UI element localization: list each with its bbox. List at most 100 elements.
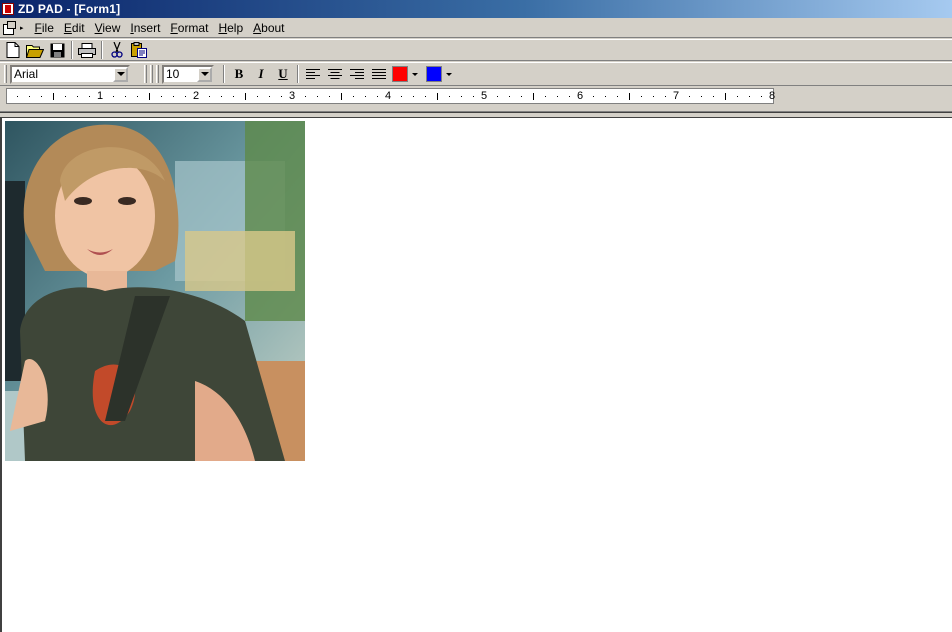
ruler-number: 8 [769, 90, 776, 102]
ruler-tick [449, 96, 450, 97]
standard-toolbar [0, 39, 952, 61]
menu-bar: ▸ File Edit View Insert Format Help Abou… [0, 18, 952, 38]
ruler-half-tick [437, 93, 438, 100]
ruler-half-tick [725, 93, 726, 100]
ruler-number: 5 [481, 90, 488, 102]
ruler-half-tick [533, 93, 534, 100]
toolbar-separator [297, 65, 299, 83]
ruler-tick [365, 96, 366, 97]
save-button[interactable] [46, 40, 68, 60]
app-icon[interactable] [2, 3, 14, 15]
ruler-area: 1 2 3 4 5 6 7 8 [0, 87, 952, 115]
ruler-tick [497, 96, 498, 97]
align-left-button[interactable] [302, 64, 324, 84]
save-disk-icon [50, 43, 64, 57]
system-menu-arrow-icon[interactable]: ▸ [20, 24, 24, 32]
toolbar-grip[interactable] [4, 65, 7, 83]
ruler-tick [221, 96, 222, 97]
ruler-number: 6 [577, 90, 584, 102]
ruler-tick [689, 96, 690, 97]
highlight-color-dropdown-icon[interactable] [444, 64, 454, 84]
ruler-tick [209, 96, 210, 97]
ruler-tick [545, 96, 546, 97]
toolbar-grip[interactable] [156, 65, 159, 83]
ruler-number: 4 [385, 90, 392, 102]
ruler-tick [605, 96, 606, 97]
printer-icon [78, 42, 96, 58]
toolbar-grip[interactable] [150, 65, 153, 83]
ruler-tick [269, 96, 270, 97]
bold-button[interactable]: B [228, 64, 250, 84]
ruler-tick [617, 96, 618, 97]
new-document-icon [6, 42, 20, 58]
menu-file[interactable]: File [30, 21, 59, 35]
menu-format[interactable]: Format [165, 21, 213, 35]
new-button[interactable] [2, 40, 24, 60]
ruler-tick [317, 96, 318, 97]
paste-button[interactable] [128, 40, 150, 60]
align-right-button[interactable] [346, 64, 368, 84]
menu-insert[interactable]: Insert [125, 21, 165, 35]
ruler-tick [89, 96, 90, 97]
ruler-tick [161, 96, 162, 97]
align-center-icon [328, 69, 342, 79]
ruler-tick [653, 96, 654, 97]
ruler-tick [41, 96, 42, 97]
ruler-tick [137, 96, 138, 97]
font-size-dropdown-icon[interactable] [197, 66, 212, 82]
ruler-tick [749, 96, 750, 97]
italic-button[interactable]: I [250, 64, 272, 84]
ruler-tick [569, 96, 570, 97]
scissors-icon [111, 42, 123, 58]
font-name-dropdown-icon[interactable] [113, 66, 128, 82]
portrait-image [5, 121, 305, 461]
toolbar-grip[interactable] [144, 65, 147, 83]
align-left-icon [306, 69, 320, 79]
ruler-tick [665, 96, 666, 97]
cut-button[interactable] [106, 40, 128, 60]
ruler-tick [701, 96, 702, 97]
font-color-button[interactable] [392, 66, 408, 82]
open-folder-icon [26, 44, 44, 58]
paste-clipboard-icon [130, 42, 147, 58]
ruler-tick [113, 96, 114, 97]
ruler-tick [77, 96, 78, 97]
window-title: ZD PAD - [Form1] [18, 2, 121, 16]
ruler-tick [593, 96, 594, 97]
ruler-tick [17, 96, 18, 97]
highlight-color-button[interactable] [426, 66, 442, 82]
ruler-half-tick [149, 93, 150, 100]
font-size-select[interactable]: 10 [162, 64, 214, 84]
title-bar: ZD PAD - [Form1] [0, 0, 952, 18]
ruler-tick [233, 96, 234, 97]
ruler-half-tick [245, 93, 246, 100]
menu-edit[interactable]: Edit [59, 21, 90, 35]
ruler-tick [257, 96, 258, 97]
ruler-tick [377, 96, 378, 97]
font-name-select[interactable]: Arial [10, 64, 130, 84]
align-right-icon [350, 69, 364, 79]
ruler-half-tick [341, 93, 342, 100]
ruler-tick [413, 96, 414, 97]
formatting-toolbar: Arial 10 B I U [0, 62, 952, 86]
ruler-tick [65, 96, 66, 97]
menu-about[interactable]: About [248, 21, 289, 35]
font-color-dropdown-icon[interactable] [410, 64, 420, 84]
ruler-tick [29, 96, 30, 97]
ruler-tick [125, 96, 126, 97]
menu-view[interactable]: View [90, 21, 126, 35]
ruler-tick [305, 96, 306, 97]
open-button[interactable] [24, 40, 46, 60]
align-center-button[interactable] [324, 64, 346, 84]
ruler[interactable]: 1 2 3 4 5 6 7 8 [6, 88, 776, 104]
ruler-tick [185, 96, 186, 97]
document-area[interactable] [0, 117, 952, 632]
document-system-icon[interactable] [2, 20, 16, 35]
justify-button[interactable] [368, 64, 390, 84]
print-button[interactable] [76, 40, 98, 60]
underline-button[interactable]: U [272, 64, 294, 84]
menu-help[interactable]: Help [213, 21, 248, 35]
font-name-value: Arial [14, 67, 39, 81]
inserted-photo[interactable] [5, 121, 305, 461]
ruler-half-tick [53, 93, 54, 100]
